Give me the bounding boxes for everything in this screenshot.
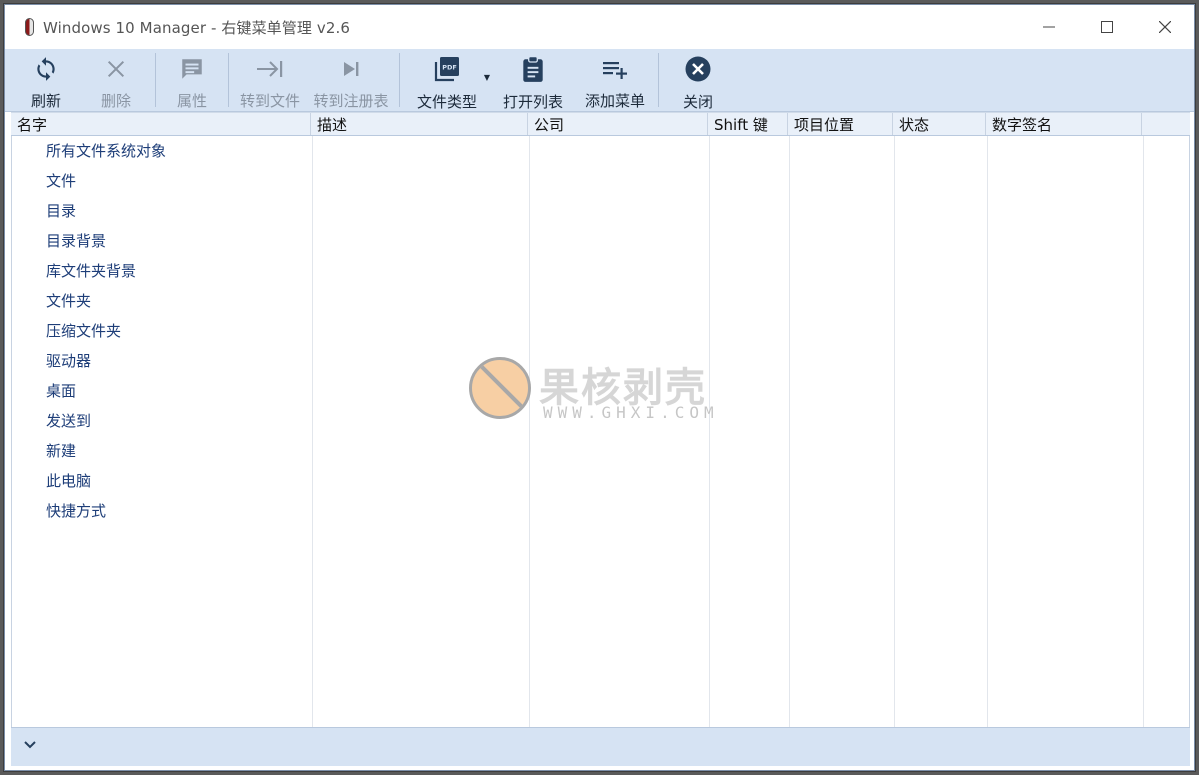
close-circle-icon bbox=[684, 55, 712, 83]
properties-button[interactable]: 属性 bbox=[160, 49, 224, 111]
column-header-filler bbox=[1142, 113, 1190, 135]
svg-text:PDF: PDF bbox=[442, 64, 457, 72]
delete-button[interactable]: 删除 bbox=[81, 49, 151, 111]
watermark-logo-icon bbox=[469, 357, 531, 419]
title-bar[interactable]: Windows 10 Manager - 右键菜单管理 v2.6 bbox=[5, 5, 1194, 49]
toolbar-separator bbox=[399, 53, 400, 107]
maximize-button[interactable] bbox=[1078, 5, 1136, 49]
list-item[interactable]: 桌面 bbox=[12, 376, 312, 406]
list-items: 所有文件系统对象 文件 目录 目录背景 库文件夹背景 文件夹 压缩文件夹 驱动器… bbox=[12, 136, 312, 526]
close-window-button[interactable] bbox=[1136, 5, 1194, 49]
list-item[interactable]: 目录 bbox=[12, 196, 312, 226]
goto-file-button[interactable]: 转到文件 bbox=[233, 49, 307, 111]
watermark-url: WWW.GHXI.COM bbox=[543, 403, 719, 422]
expand-panel-button[interactable] bbox=[23, 738, 39, 754]
refresh-icon bbox=[33, 55, 59, 82]
column-header-status[interactable]: 状态 bbox=[893, 113, 986, 135]
column-header-digital-signature[interactable]: 数字签名 bbox=[986, 113, 1142, 135]
app-window: Windows 10 Manager - 右键菜单管理 v2.6 刷新 删除 属… bbox=[4, 4, 1195, 771]
clipboard-list-icon bbox=[520, 55, 546, 83]
close-label: 关闭 bbox=[682, 93, 713, 111]
properties-label: 属性 bbox=[176, 92, 207, 110]
column-divider bbox=[987, 136, 988, 727]
column-divider bbox=[789, 136, 790, 727]
delete-x-icon bbox=[105, 55, 127, 82]
list-item[interactable]: 库文件夹背景 bbox=[12, 256, 312, 286]
list-item[interactable]: 所有文件系统对象 bbox=[12, 136, 312, 166]
open-list-button[interactable]: 打开列表 bbox=[490, 49, 576, 111]
app-logo-icon bbox=[23, 17, 35, 37]
arrow-to-bar-icon bbox=[255, 55, 285, 82]
column-divider bbox=[894, 136, 895, 727]
chevron-down-icon bbox=[24, 741, 36, 749]
window-title: Windows 10 Manager - 右键菜单管理 v2.6 bbox=[43, 18, 350, 37]
comment-icon bbox=[179, 55, 205, 82]
column-divider bbox=[1143, 136, 1144, 727]
list-item[interactable]: 文件 bbox=[12, 166, 312, 196]
list-item[interactable]: 驱动器 bbox=[12, 346, 312, 376]
delete-label: 删除 bbox=[100, 92, 131, 110]
pdf-file-icon: PDF bbox=[433, 55, 461, 83]
status-bar bbox=[11, 727, 1190, 766]
maximize-icon bbox=[1101, 21, 1113, 33]
list-item[interactable]: 文件夹 bbox=[12, 286, 312, 316]
list-item[interactable]: 新建 bbox=[12, 436, 312, 466]
list-column-header: 名字 描述 公司 Shift 键 项目位置 状态 数字签名 bbox=[11, 112, 1190, 136]
list-item[interactable]: 发送到 bbox=[12, 406, 312, 436]
refresh-label: 刷新 bbox=[30, 92, 61, 110]
column-header-shift-key[interactable]: Shift 键 bbox=[708, 113, 788, 135]
column-header-description[interactable]: 描述 bbox=[311, 113, 528, 135]
column-header-name[interactable]: 名字 bbox=[11, 113, 311, 135]
toolbar: 刷新 删除 属性 转到文件 转到注册表 PDF 文件类型 ▼ 打开列表 添加菜单… bbox=[5, 49, 1194, 112]
goto-file-label: 转到文件 bbox=[239, 92, 300, 110]
playlist-add-icon bbox=[601, 55, 629, 82]
minimize-button[interactable] bbox=[1020, 5, 1078, 49]
file-type-button[interactable]: PDF 文件类型 ▼ bbox=[404, 49, 490, 111]
list-item[interactable]: 此电脑 bbox=[12, 466, 312, 496]
refresh-button[interactable]: 刷新 bbox=[11, 49, 81, 111]
column-header-company[interactable]: 公司 bbox=[528, 113, 708, 135]
watermark: 果核剥壳 WWW.GHXI.COM bbox=[467, 353, 737, 433]
toolbar-separator bbox=[658, 53, 659, 107]
skip-next-icon bbox=[341, 55, 361, 82]
add-menu-button[interactable]: 添加菜单 bbox=[576, 49, 654, 111]
column-divider bbox=[312, 136, 313, 727]
column-header-item-location[interactable]: 项目位置 bbox=[788, 113, 893, 135]
dropdown-arrow-icon[interactable]: ▼ bbox=[484, 73, 490, 82]
open-list-label: 打开列表 bbox=[502, 93, 563, 111]
list-item[interactable]: 压缩文件夹 bbox=[12, 316, 312, 346]
close-button[interactable]: 关闭 bbox=[663, 49, 733, 111]
toolbar-separator bbox=[228, 53, 229, 107]
add-menu-label: 添加菜单 bbox=[584, 92, 645, 110]
file-type-label: 文件类型 bbox=[416, 93, 477, 111]
close-icon bbox=[1159, 21, 1171, 33]
toolbar-separator bbox=[155, 53, 156, 107]
minimize-icon bbox=[1043, 26, 1055, 28]
goto-registry-label: 转到注册表 bbox=[313, 92, 389, 110]
goto-registry-button[interactable]: 转到注册表 bbox=[307, 49, 395, 111]
list-item[interactable]: 目录背景 bbox=[12, 226, 312, 256]
list-item[interactable]: 快捷方式 bbox=[12, 496, 312, 526]
